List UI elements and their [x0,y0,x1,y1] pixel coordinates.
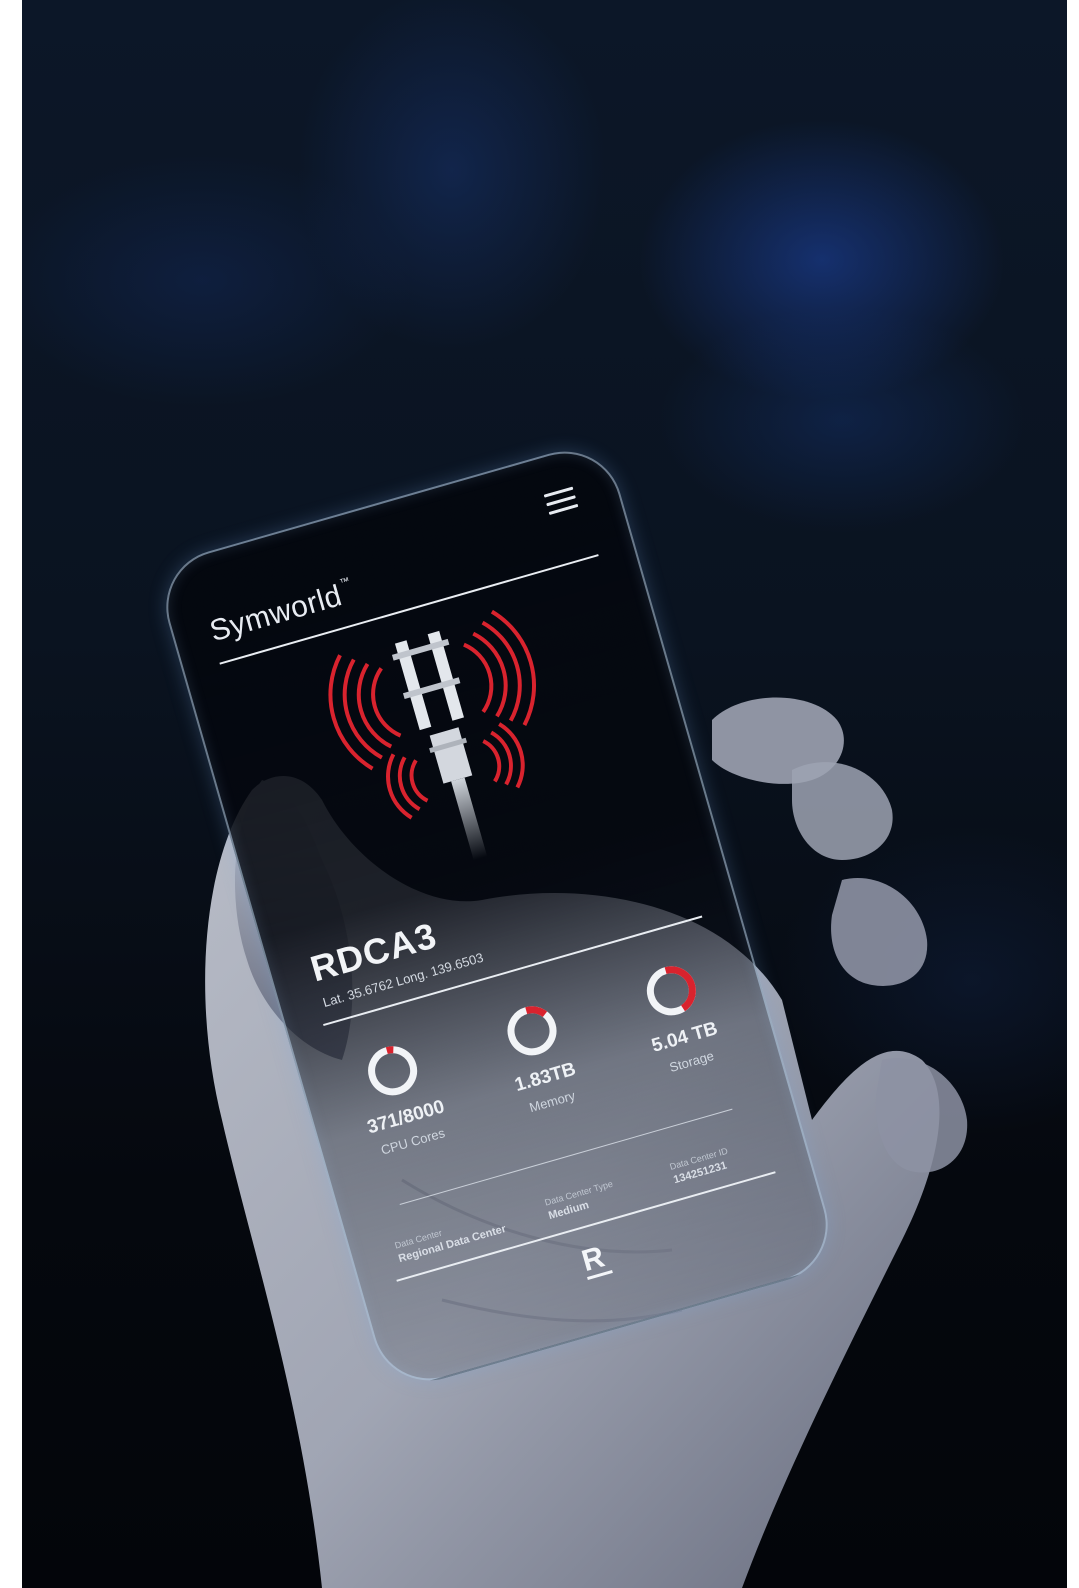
detail-data-center: Data Center Regional Data Center [394,1210,508,1265]
metric-storage: 5.04 TB Storage [596,945,761,1088]
brand-logo: Symworld™ [206,576,358,650]
cell-tower-icon [328,609,536,861]
metric-cpu: 371/8000 CPU Cores [318,1025,483,1168]
detail-data-center-id: Data Center ID 134251231 [669,1146,734,1187]
r-logo-letter: R [578,1240,609,1279]
r-logo: R [578,1239,613,1281]
storage-ring-chart [646,966,696,1016]
hamburger-menu-icon[interactable] [543,486,579,518]
memory-ring-chart [507,1006,557,1056]
brand-name: Symworld [206,579,346,649]
detail-data-center-type: Data Center Type Medium [544,1179,619,1222]
trademark-mark: ™ [338,575,352,590]
metric-memory: 1.83TB Memory [457,985,622,1128]
photo-scene: Symworld™ RDCA3 Lat. 35.6762 Long. 139.6… [22,0,1067,1588]
cpu-ring-chart [368,1046,418,1096]
